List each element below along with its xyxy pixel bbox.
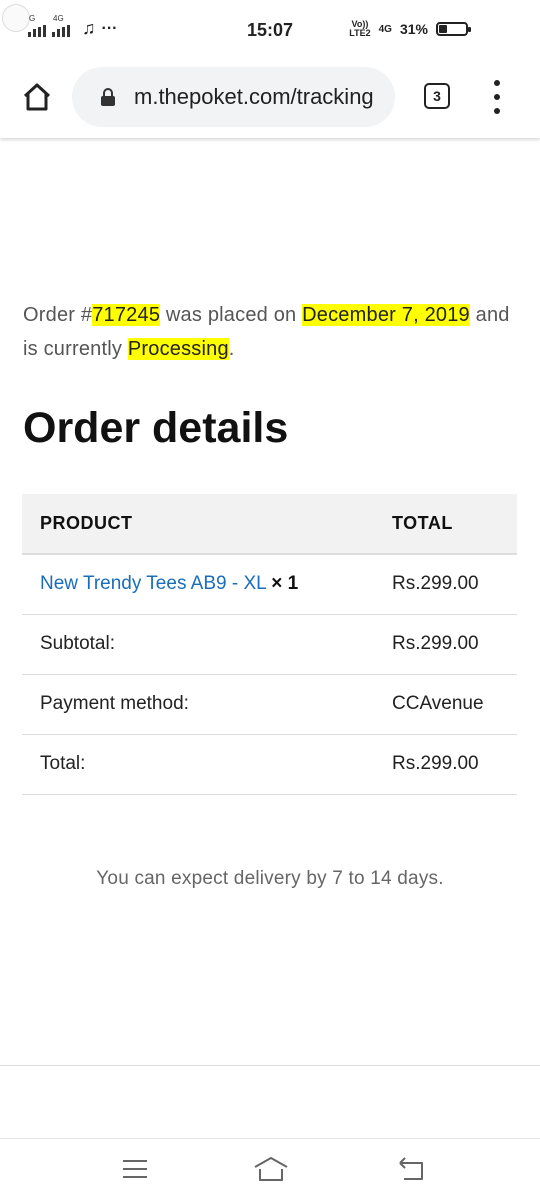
product-quantity: × 1 (271, 573, 299, 595)
column-header-total: TOTAL (374, 494, 517, 555)
row-value: Rs.299.00 (374, 734, 517, 795)
order-number: 717245 (92, 304, 161, 326)
row-label: Subtotal: (22, 614, 374, 675)
order-details-heading: Order details (23, 404, 289, 452)
product-link[interactable]: New Trendy Tees AB9 - XL (40, 573, 266, 594)
address-bar[interactable]: m.thepoket.com/tracking (72, 67, 395, 127)
table-row: Total: Rs.299.00 (22, 734, 517, 795)
delivery-note: You can expect delivery by 7 to 14 days. (96, 868, 444, 889)
dot-icon (494, 94, 500, 100)
home-button[interactable] (20, 80, 54, 114)
tab-switcher-button[interactable]: 3 (424, 83, 450, 109)
row-value: CCAvenue (374, 674, 517, 735)
volte-icon: Vo)) LTE2 (349, 19, 371, 38)
home-nav-button[interactable] (253, 1155, 289, 1183)
row-label: Payment method: (22, 674, 374, 735)
status-bar: G 4G ♫ ··· 15:07 Vo)) LTE2 4G 31% (0, 0, 540, 62)
column-header-product: PRODUCT (22, 494, 374, 555)
system-navigation-bar (0, 1138, 540, 1200)
order-status: Processing (127, 338, 229, 360)
recents-button[interactable] (120, 1155, 150, 1183)
url-text[interactable]: m.thepoket.com/tracking (134, 84, 392, 110)
table-header-row: PRODUCT TOTAL (22, 494, 517, 555)
dot-icon (494, 80, 500, 86)
order-details-table: PRODUCT TOTAL New Trendy Tees AB9 - XL ×… (22, 494, 517, 795)
order-date: December 7, 2019 (302, 304, 470, 326)
table-row: Payment method: CCAvenue (22, 674, 517, 735)
table-row: New Trendy Tees AB9 - XL × 1 Rs.299.00 (22, 554, 517, 615)
dot-icon (494, 108, 500, 114)
order-summary-text: Order #717245 was placed on December 7, … (23, 298, 523, 366)
order-suffix: . (228, 338, 235, 360)
status-right-icons: Vo)) LTE2 4G 31% (349, 19, 471, 38)
menu-icon (123, 1160, 147, 1178)
battery-percent: 31% (399, 21, 428, 37)
home-icon (23, 83, 51, 111)
network-type-4g: 4G (378, 23, 392, 35)
row-value: Rs.299.00 (374, 614, 517, 675)
back-button[interactable] (396, 1155, 426, 1183)
back-icon (399, 1157, 423, 1180)
home-icon (254, 1157, 288, 1181)
overflow-menu-button[interactable] (488, 80, 506, 114)
row-label: Total: (22, 734, 374, 795)
table-row: Subtotal: Rs.299.00 (22, 614, 517, 675)
battery-icon (436, 22, 471, 36)
product-total: Rs.299.00 (374, 554, 517, 615)
browser-toolbar: m.thepoket.com/tracking 3 (0, 62, 540, 138)
lock-icon (101, 88, 115, 106)
order-placed-text: was placed on (160, 304, 303, 326)
order-prefix: Order # (23, 304, 93, 326)
divider (0, 1065, 540, 1066)
product-cell: New Trendy Tees AB9 - XL × 1 (22, 554, 374, 615)
